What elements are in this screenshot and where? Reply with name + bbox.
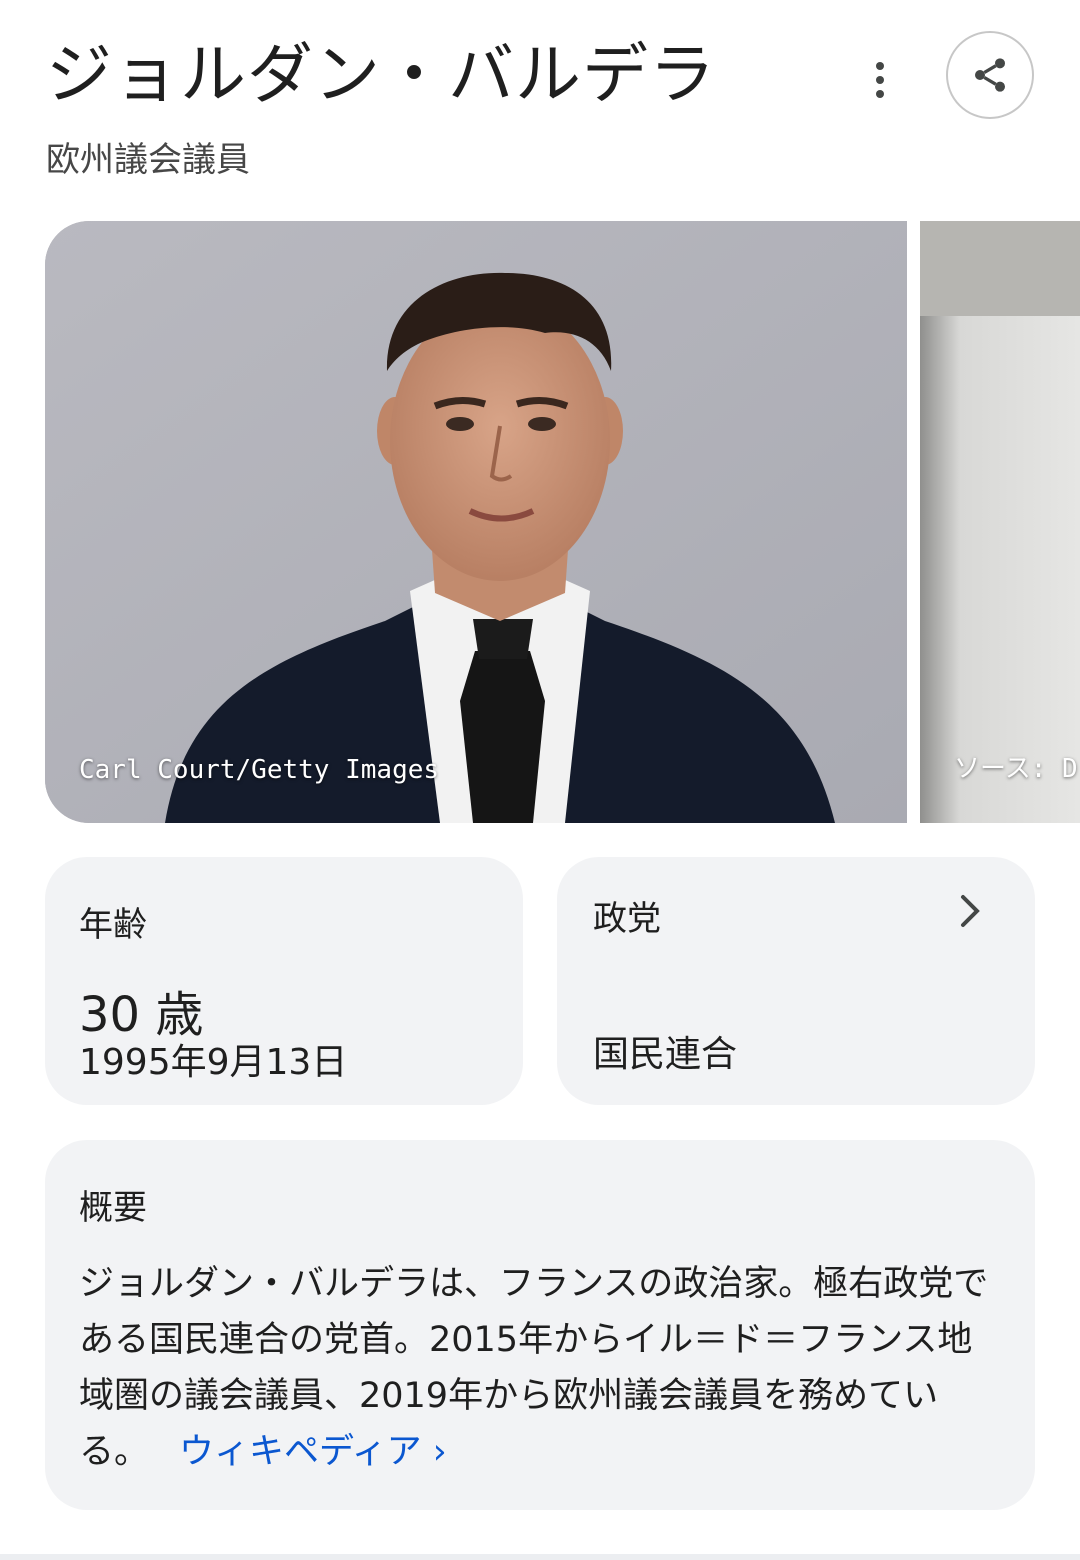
chevron-right-icon <box>961 895 980 927</box>
summary-label: 概要 <box>79 1188 147 1228</box>
age-card: 年齢 30 歳 1995年9月13日 <box>45 857 523 1105</box>
share-button[interactable] <box>946 31 1034 119</box>
photo-credit: Carl Court/Getty Images <box>79 755 440 785</box>
age-label: 年齢 <box>79 905 147 945</box>
secondary-photo-illustration <box>920 221 1080 823</box>
party-card[interactable]: 政党 国民連合 <box>557 857 1035 1105</box>
photo-credit-secondary: ソース: D <box>954 754 1078 784</box>
party-value: 国民連合 <box>593 1034 738 1075</box>
secondary-photo[interactable]: ソース: D <box>920 221 1080 823</box>
summary-text: ジョルダン・バルデラは、フランスの政治家。極右政党である国民連合の党首。2015… <box>79 1256 1001 1480</box>
more-vert-icon <box>876 62 884 98</box>
more-options-button[interactable] <box>852 52 908 108</box>
entity-title: ジョルダン・バルデラ <box>46 36 716 113</box>
wikipedia-link[interactable]: ウィキペディア › <box>179 1432 447 1472</box>
summary-card: 概要 ジョルダン・バルデラは、フランスの政治家。極右政党である国民連合の党首。2… <box>45 1140 1035 1510</box>
portrait-photo[interactable]: Carl Court/Getty Images <box>45 221 907 823</box>
party-label: 政党 <box>593 899 661 939</box>
knowledge-panel: ジョルダン・バルデラ 欧州議会議員 Carl Court/Getty Image… <box>0 0 1080 1560</box>
bottom-divider <box>0 1554 1080 1560</box>
portrait-illustration <box>45 221 907 823</box>
share-icon <box>975 58 1005 92</box>
entity-subtitle: 欧州議会議員 <box>46 140 250 180</box>
birth-date: 1995年9月13日 <box>79 1042 348 1083</box>
